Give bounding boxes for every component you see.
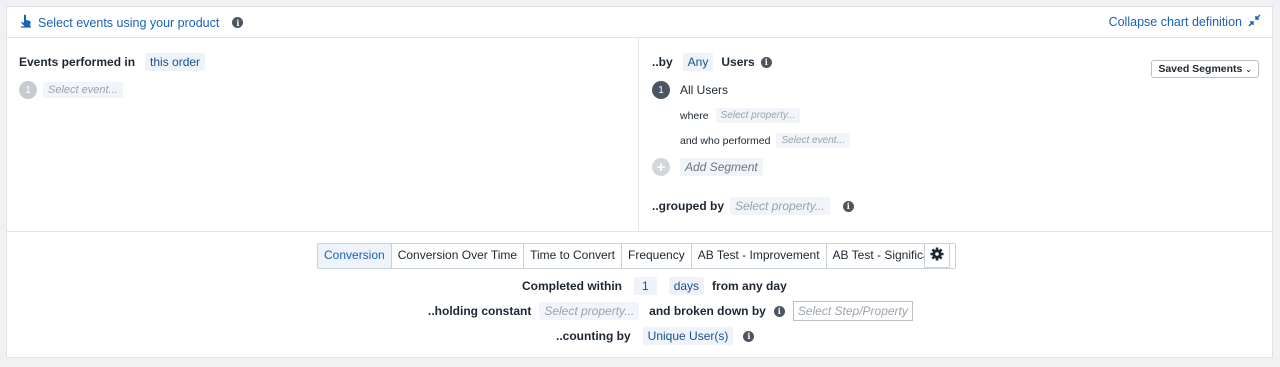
order-selector[interactable]: this order [145,53,206,71]
segment-name[interactable]: All Users [680,83,728,97]
tab-time-to-convert[interactable]: Time to Convert [524,244,622,268]
completed-value-input[interactable]: 1 [634,277,657,295]
step-number-badge: 1 [19,81,37,99]
saved-segments-label: Saved Segments [1158,63,1243,75]
add-segment-button[interactable]: Add Segment [680,158,763,176]
collapse-arrows-icon [1248,14,1261,30]
broken-down-label: and broken down by [649,304,766,318]
gear-icon [930,247,944,264]
completed-unit-selector[interactable]: days [668,277,705,295]
completed-suffix: from any day [712,279,787,293]
holding-constant-label: ..holding constant [428,304,532,318]
card-header: Select events using your product i Colla… [7,7,1272,38]
tab-conversion-over-time[interactable]: Conversion Over Time [391,244,525,268]
info-icon[interactable]: i [232,17,244,28]
users-label: Users [721,55,755,69]
definition-panels: Events performed in this order 1 Select … [7,38,1272,232]
where-label: where [680,109,709,122]
tab-frequency[interactable]: Frequency [622,244,692,268]
info-icon[interactable]: i [760,56,772,68]
info-icon[interactable]: i [773,305,785,317]
completed-within-label: Completed within [522,279,622,293]
where-property-input[interactable]: Select property... [715,108,801,123]
info-icon[interactable]: i [842,200,854,212]
completed-within-row: Completed within 1 days from any day [522,277,787,295]
chart-type-tabs: Conversion Conversion Over Time Time to … [317,243,957,269]
holding-constant-property-input[interactable]: Select property... [539,302,640,320]
who-performed-label: and who performed [680,134,771,147]
saved-segments-button[interactable]: Saved Segments ⌄ [1151,60,1259,78]
any-selector[interactable]: Any [682,53,714,71]
counting-by-selector[interactable]: Unique User(s) [642,327,734,345]
header-title-group[interactable]: Select events using your product i [19,14,244,31]
chevron-down-icon: ⌄ [1245,65,1252,74]
collapse-label: Collapse chart definition [1108,15,1242,29]
tab-ab-test-improvement[interactable]: AB Test - Improvement [691,244,827,268]
grouped-by-property-input[interactable]: Select property... [730,197,830,215]
grouped-by-label: ..grouped by [652,199,724,213]
settings-button[interactable] [924,243,950,268]
info-icon[interactable]: i [743,330,755,342]
collapse-chart-definition-link[interactable]: Collapse chart definition [1109,14,1261,30]
holding-constant-row: ..holding constant Select property... an… [428,301,913,321]
who-performed-event-input[interactable]: Select event... [776,133,850,148]
broken-down-step-property-input[interactable]: Select Step/Property [792,301,913,321]
tab-conversion[interactable]: Conversion [318,244,392,268]
chart-definition-card: Select events using your product i Colla… [6,6,1273,358]
select-event-input[interactable]: Select event... [43,82,123,98]
events-panel: Events performed in this order 1 Select … [7,38,639,231]
counting-by-row: ..counting by Unique User(s) i [556,327,755,345]
counting-by-label: ..counting by [556,329,631,343]
header-title: Select events using your product [38,15,220,30]
by-label: ..by [652,55,673,69]
segment-panel: ..by Any Users i Saved Segments ⌄ 1 All … [639,38,1272,231]
segment-number-badge: 1 [652,81,670,99]
events-performed-label: Events performed in [19,55,136,69]
add-segment-plus-icon[interactable]: + [652,158,670,176]
touch-hand-icon [19,14,33,31]
